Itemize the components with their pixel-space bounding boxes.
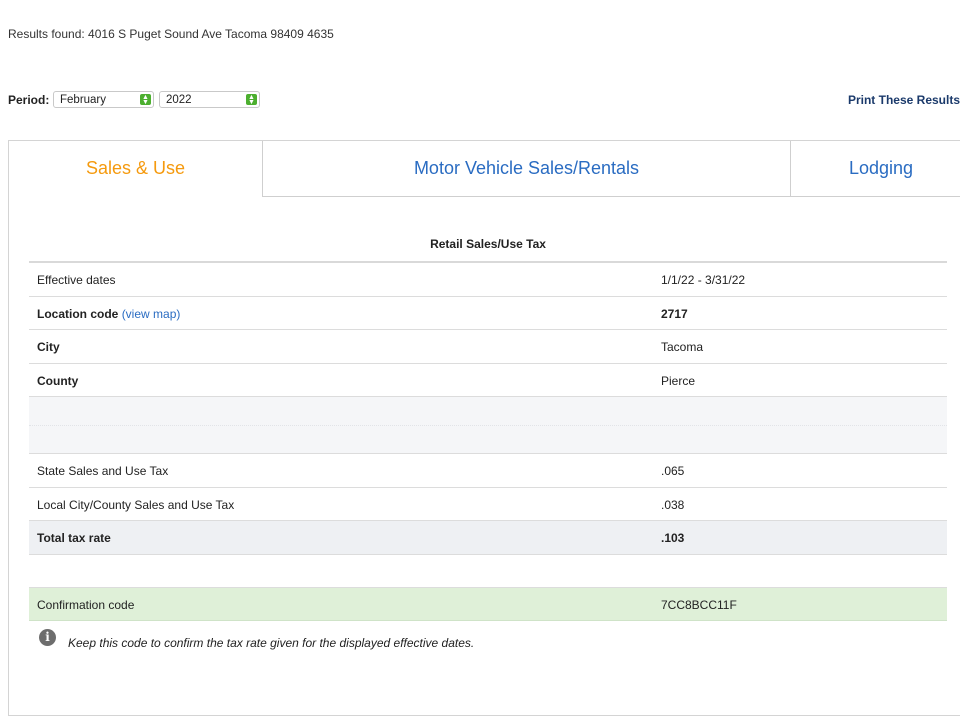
tab-lodging[interactable]: Lodging <box>791 141 960 197</box>
row-label: Confirmation code <box>37 597 135 612</box>
table-row-effective-dates: Effective dates 1/1/22 - 3/31/22 <box>29 263 947 297</box>
year-select[interactable]: 2022 ▲ ▼ <box>159 91 260 108</box>
row-label: Effective dates <box>37 273 116 287</box>
row-value: Tacoma <box>661 340 704 354</box>
row-label: City <box>37 340 60 354</box>
confirmation-note: i Keep this code to confirm the tax rate… <box>29 629 929 653</box>
row-value: 2717 <box>661 306 688 321</box>
row-value: .065 <box>661 464 685 478</box>
row-value: 1/1/22 - 3/31/22 <box>661 273 746 287</box>
row-value: .038 <box>661 497 685 512</box>
table-row-state-tax: State Sales and Use Tax .065 <box>29 454 947 488</box>
table-row-location-code: Location code (view map) 2717 <box>29 297 947 330</box>
table-row-total: Total tax rate .103 <box>29 521 947 555</box>
month-select-value: February <box>60 94 107 106</box>
row-label: Total tax rate <box>37 531 111 545</box>
month-select[interactable]: February ▲ ▼ <box>53 91 154 108</box>
row-value: Pierce <box>661 373 696 388</box>
table-caption: Retail Sales/Use Tax <box>29 231 947 263</box>
table-row-local-tax: Local City/County Sales and Use Tax .038 <box>29 488 947 521</box>
row-label: Location code <box>37 306 119 321</box>
results-found-text: Results found: 4016 S Puget Sound Ave Ta… <box>8 27 334 41</box>
tab-sales-and-use[interactable]: Sales & Use <box>9 141 263 197</box>
table-row-city: City Tacoma <box>29 330 947 364</box>
tax-type-tabs: Sales & Use Motor Vehicle Sales/Rentals … <box>9 141 960 197</box>
confirmation-code: 7CC8BCC11F <box>661 597 737 612</box>
year-select-value: 2022 <box>166 94 192 106</box>
row-label: Local City/County Sales and Use Tax <box>37 497 235 512</box>
tax-table: Retail Sales/Use Tax Effective dates 1/1… <box>29 231 947 621</box>
table-row-county: County Pierce <box>29 364 947 397</box>
empty-row-block <box>29 397 947 454</box>
tax-rate-panel: Sales & Use Motor Vehicle Sales/Rentals … <box>8 140 960 716</box>
note-text: Keep this code to confirm the tax rate g… <box>68 636 475 650</box>
row-value: .103 <box>661 531 685 545</box>
select-arrows-icon: ▲ ▼ <box>140 94 151 106</box>
view-map-link[interactable]: (view map) <box>122 307 181 321</box>
period-label: Period: <box>8 93 50 107</box>
row-label: County <box>37 373 79 388</box>
select-arrows-icon: ▲ ▼ <box>246 94 257 106</box>
period-selector: Period: February ▲ ▼ 2022 ▲ ▼ Print These … <box>8 91 960 108</box>
row-label: State Sales and Use Tax <box>37 464 169 478</box>
tab-motor-vehicle[interactable]: Motor Vehicle Sales/Rentals <box>263 141 791 197</box>
print-results-link[interactable]: Print These Results <box>848 93 960 107</box>
table-row-confirmation: Confirmation code 7CC8BCC11F <box>29 587 947 621</box>
row-divider <box>29 425 947 426</box>
table-gap <box>29 555 947 588</box>
info-icon: i <box>39 629 56 646</box>
